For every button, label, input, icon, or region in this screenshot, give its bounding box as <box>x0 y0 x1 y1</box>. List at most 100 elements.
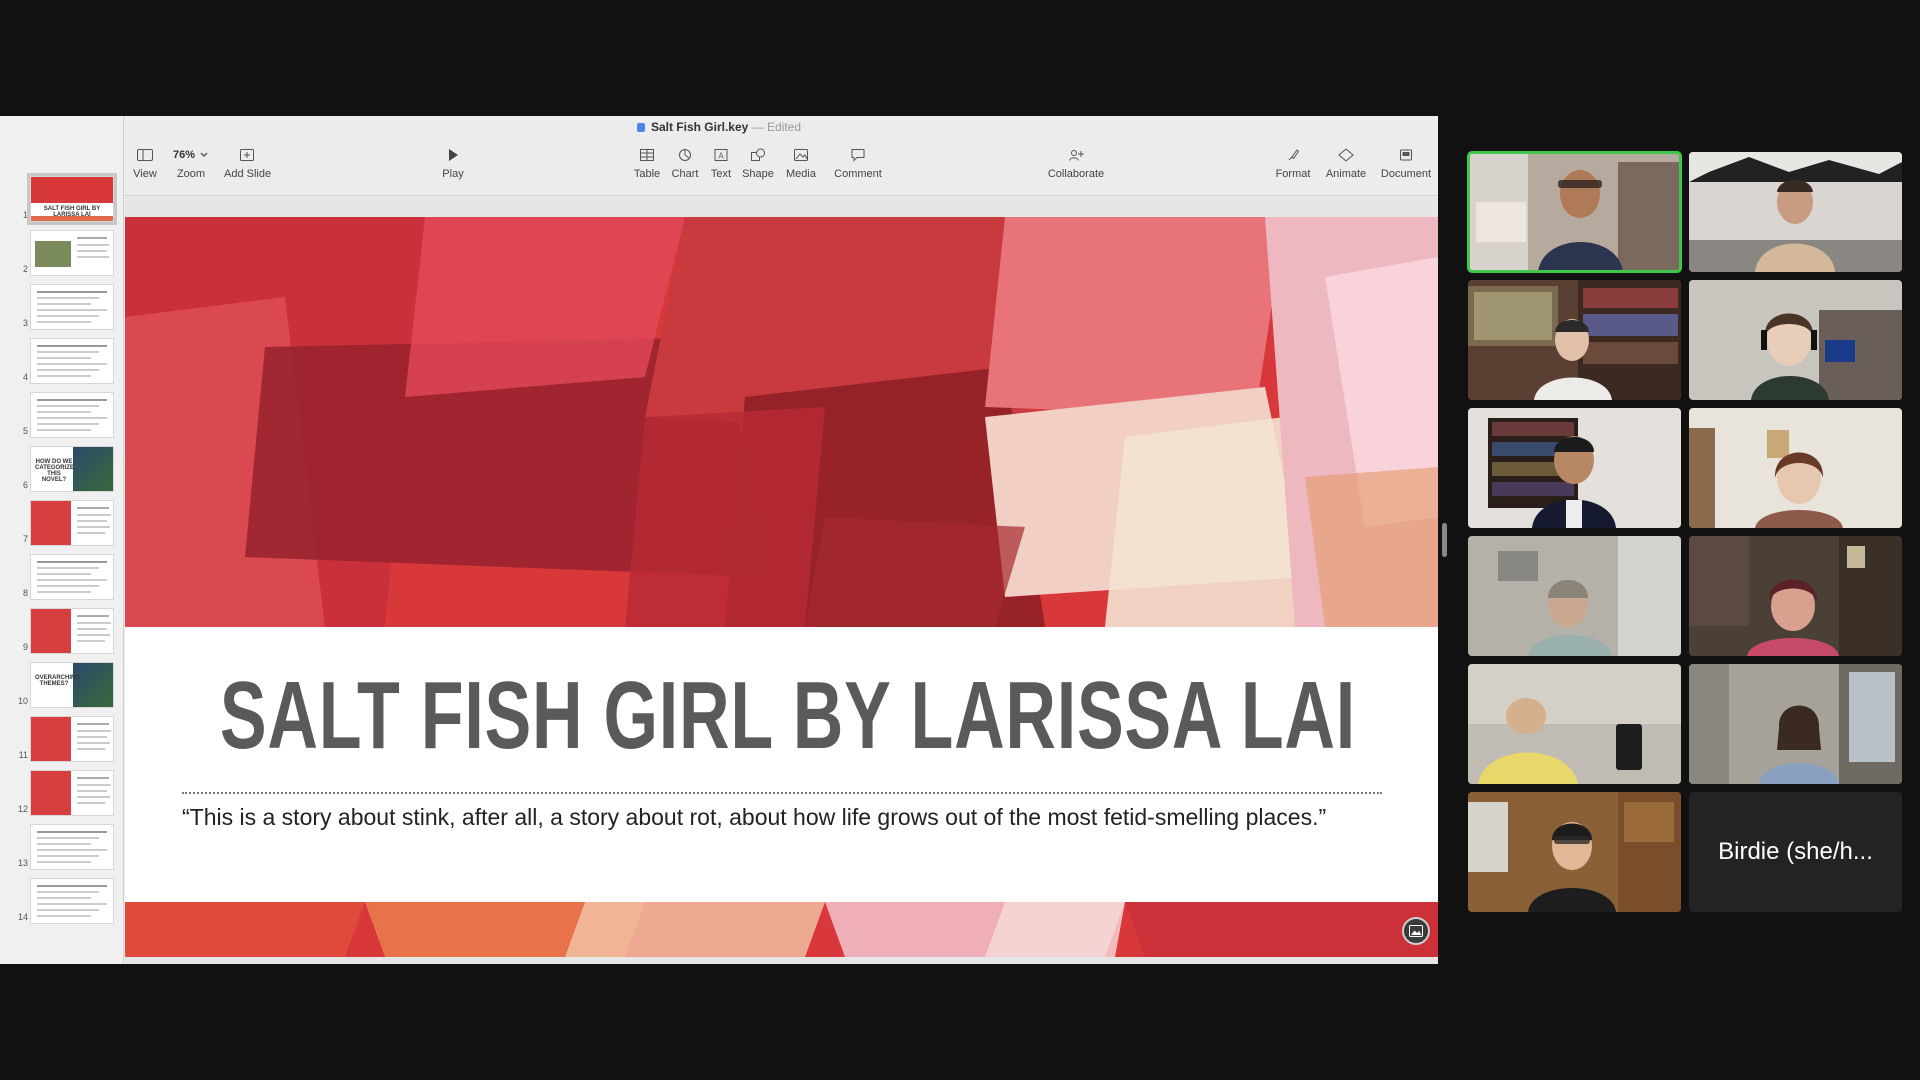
table-button[interactable]: Table <box>632 144 662 180</box>
slide-number: 8 <box>22 588 28 598</box>
zoom-value: 76% <box>172 149 196 161</box>
collaborate-button[interactable]: Collaborate <box>1046 144 1106 180</box>
slide-thumbnail-row[interactable]: 12 <box>0 770 123 824</box>
participant-tile-10[interactable] <box>1689 664 1902 784</box>
collaborate-icon <box>1069 150 1084 161</box>
slide-thumbnail-list: 1 SALT FISH GIRL BY LARISSA LAI 2 3 4 5 6 HOW D… <box>0 173 123 932</box>
slide-thumbnail-title: SALT FISH GIRL BY LARISSA LAI <box>43 206 101 218</box>
participant-tile-8[interactable] <box>1689 536 1902 656</box>
slide-thumbnail-row[interactable]: 1 SALT FISH GIRL BY LARISSA LAI <box>0 173 123 230</box>
comment-label: Comment <box>834 168 882 180</box>
shape-button[interactable]: Shape <box>742 144 774 180</box>
animate-diamond-icon <box>1338 148 1354 162</box>
slide-thumbnail[interactable] <box>30 824 114 870</box>
text-button[interactable]: A Text <box>708 144 734 180</box>
keynote-window: Salt Fish Girl.key — Edited 1 SALT FISH G… <box>0 116 1438 964</box>
slide-thumbnail[interactable] <box>30 554 114 600</box>
slide-thumbnail-row[interactable]: 10 OVERARCHING THEMES? <box>0 662 123 716</box>
slide-thumbnail[interactable] <box>30 770 114 816</box>
slide-thumbnail-row[interactable]: 7 <box>0 500 123 554</box>
participant-tile-11[interactable] <box>1468 792 1681 912</box>
slide-thumbnail-row[interactable]: 3 <box>0 284 123 338</box>
slide-quote[interactable]: “This is a story about stink, after all,… <box>182 803 1342 832</box>
paintbrush-icon <box>1288 149 1300 161</box>
comment-button[interactable]: Comment <box>834 144 882 180</box>
participant-video-8 <box>1689 536 1902 656</box>
current-slide[interactable]: SALT FISH GIRL BY LARISSA LAI “This is a… <box>125 217 1438 957</box>
slide-number: 12 <box>17 804 28 814</box>
slide-thumbnail[interactable] <box>30 878 114 924</box>
slide-thumbnail[interactable] <box>30 392 114 438</box>
participant-tile-7[interactable] <box>1468 536 1681 656</box>
slide-thumbnail[interactable]: OVERARCHING THEMES? <box>30 662 114 708</box>
add-slide-button[interactable]: Add Slide <box>224 144 271 180</box>
chart-button[interactable]: Chart <box>670 144 700 180</box>
slide-thumbnail[interactable]: SALT FISH GIRL BY LARISSA LAI <box>27 173 117 225</box>
participant-tile-9[interactable] <box>1468 664 1681 784</box>
play-button[interactable]: Play <box>438 144 468 180</box>
document-icon <box>636 123 645 132</box>
media-button[interactable]: Media <box>784 144 818 180</box>
slide-thumbnail-title: OVERARCHING THEMES? <box>35 675 81 687</box>
participant-video-5 <box>1468 408 1681 528</box>
slide-thumbnail-row[interactable]: 8 <box>0 554 123 608</box>
participant-tile-1[interactable] <box>1467 151 1682 273</box>
slide-thumbnail-row[interactable]: 5 <box>0 392 123 446</box>
participant-video-9 <box>1468 664 1681 784</box>
slide-background-art-bottom <box>125 902 1438 957</box>
slide-number: 3 <box>22 318 28 328</box>
zoom-dropdown[interactable]: 76% Zoom <box>169 144 213 180</box>
chevron-down-icon <box>200 152 208 157</box>
participant-tile-3[interactable] <box>1468 280 1681 400</box>
slide-thumbnail-row[interactable]: 11 <box>0 716 123 770</box>
media-placeholder-button[interactable] <box>1402 917 1430 945</box>
slide-title[interactable]: SALT FISH GIRL BY LARISSA LAI <box>125 661 1355 771</box>
participant-tile-5[interactable] <box>1468 408 1681 528</box>
media-label: Media <box>786 168 816 180</box>
slide-thumbnail[interactable] <box>30 500 114 546</box>
slide-thumbnail-row[interactable]: 6 HOW DO WE CATEGORIZE THIS NOVEL? <box>0 446 123 500</box>
document-name: Salt Fish Girl.key <box>650 120 749 134</box>
sidebar-icon <box>137 149 153 161</box>
participant-tile-12[interactable]: Birdie (she/h... <box>1689 792 1902 912</box>
slide-number: 5 <box>22 426 28 436</box>
participant-tile-6[interactable] <box>1689 408 1902 528</box>
document-label: Document <box>1380 168 1432 180</box>
table-label: Table <box>633 168 661 180</box>
format-button[interactable]: Format <box>1274 144 1312 180</box>
participant-video-4 <box>1689 280 1902 400</box>
image-icon <box>1409 925 1423 937</box>
chart-label: Chart <box>671 168 699 180</box>
slide-thumbnail[interactable] <box>30 338 114 384</box>
slide-thumbnail-row[interactable]: 14 <box>0 878 123 932</box>
slide-thumbnail-row[interactable]: 9 <box>0 608 123 662</box>
slide-number: 13 <box>17 858 28 868</box>
slide-thumbnail-title: HOW DO WE CATEGORIZE THIS NOVEL? <box>35 459 74 483</box>
animate-button[interactable]: Animate <box>1324 144 1368 180</box>
chart-icon <box>679 149 691 161</box>
participant-tile-2[interactable] <box>1689 152 1902 272</box>
add-slide-icon <box>240 149 254 161</box>
slide-thumbnail[interactable] <box>30 608 114 654</box>
shape-label: Shape <box>742 168 774 180</box>
participant-video-11 <box>1468 792 1681 912</box>
shape-icon <box>751 148 765 161</box>
slide-thumbnail[interactable] <box>30 716 114 762</box>
slide-thumbnail[interactable] <box>30 230 114 276</box>
slide-thumbnail-row[interactable]: 13 <box>0 824 123 878</box>
view-button[interactable]: View <box>130 144 160 180</box>
slide-thumbnail[interactable]: HOW DO WE CATEGORIZE THIS NOVEL? <box>30 446 114 492</box>
participant-video-1 <box>1468 152 1681 272</box>
split-resize-handle[interactable] <box>1442 523 1447 557</box>
edited-status: Edited <box>767 120 802 134</box>
slide-thumbnail-row[interactable]: 2 <box>0 230 123 284</box>
participant-tile-4[interactable] <box>1689 280 1902 400</box>
slide-thumbnail-row[interactable]: 4 <box>0 338 123 392</box>
format-label: Format <box>1275 168 1311 180</box>
title-divider <box>182 792 1382 794</box>
slide-thumbnail[interactable] <box>30 284 114 330</box>
document-button[interactable]: Document <box>1380 144 1432 180</box>
slide-canvas: SALT FISH GIRL BY LARISSA LAI “This is a… <box>125 197 1438 964</box>
text-label: Text <box>710 168 732 180</box>
text-box-icon: A <box>714 149 728 161</box>
